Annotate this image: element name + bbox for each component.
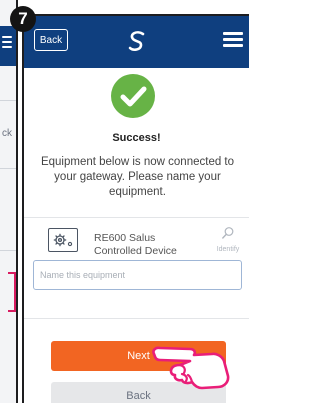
success-title: Success! xyxy=(112,132,161,144)
previous-screen-header xyxy=(0,26,16,66)
previous-divider xyxy=(0,168,16,169)
hamburger-menu-icon[interactable] xyxy=(223,32,243,48)
step-number-badge: 7 xyxy=(10,6,36,32)
equipment-name-input[interactable] xyxy=(33,260,242,290)
thermostat-gear-icon xyxy=(48,228,78,252)
device-name-line2: Controlled Device xyxy=(94,245,177,257)
previous-menu-line xyxy=(2,46,12,48)
header-back-button[interactable]: Back xyxy=(34,29,68,51)
magnifier-icon xyxy=(222,227,234,239)
device-name-line1: RE600 Salus xyxy=(94,232,156,244)
identify-button[interactable]: Identify xyxy=(214,226,242,253)
success-check-badge xyxy=(111,74,155,118)
previous-highlight-frame xyxy=(8,272,16,312)
previous-divider xyxy=(0,250,16,251)
previous-menu-line xyxy=(2,36,12,38)
tutorial-step-panel: ck 7 Back Success! Equipment below is no… xyxy=(0,0,249,403)
section-divider xyxy=(24,318,249,319)
previous-divider xyxy=(0,100,16,101)
pointing-hand-icon xyxy=(152,346,230,390)
device-name: RE600 Salus Controlled Device xyxy=(94,232,177,258)
previous-screen: ck xyxy=(0,0,18,403)
app-header: Back xyxy=(24,16,249,68)
previous-screen-text: ck xyxy=(2,128,12,139)
previous-menu-line xyxy=(2,41,12,43)
salus-logo-icon xyxy=(128,31,145,51)
section-divider xyxy=(24,217,249,218)
check-icon xyxy=(120,86,147,107)
identify-label: Identify xyxy=(216,246,240,253)
success-message: Equipment below is now connected to your… xyxy=(40,156,235,198)
